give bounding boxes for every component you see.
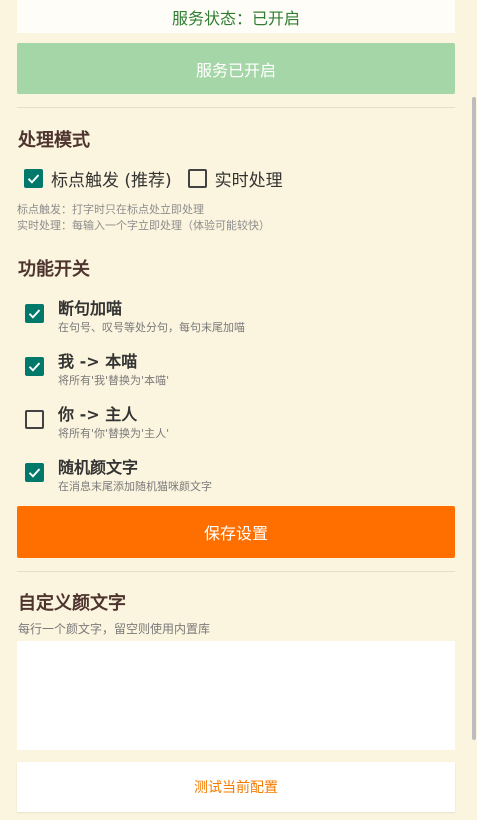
feature-replace-you-checkbox[interactable]: [25, 410, 44, 429]
test-config-label: 测试当前配置: [194, 780, 278, 796]
features-title: 功能开关: [18, 259, 90, 280]
feature-replace-me-desc: 将所有'我'替换为'本喵': [58, 374, 170, 387]
service-toggle-button[interactable]: 服务已开启: [17, 43, 455, 94]
scrollbar[interactable]: [472, 97, 476, 740]
save-settings-button[interactable]: 保存设置: [17, 506, 455, 558]
mode-description-realtime: 实时处理：每输入一个字立即处理（体验可能较快）: [17, 219, 270, 232]
custom-kaomoji-title: 自定义颜文字: [18, 593, 126, 614]
feature-replace-me-checkbox[interactable]: [25, 357, 44, 376]
service-status-text: 服务状态：已开启: [171, 8, 300, 28]
processing-mode-options: 标点触发 (推荐) 实时处理: [24, 166, 299, 191]
mode-realtime-checkbox[interactable]: [187, 169, 207, 188]
feature-sentence-meow-checkbox[interactable]: [25, 304, 44, 323]
feature-replace-me[interactable]: 我 -> 本喵 将所有'我'替换为'本喵': [24, 348, 444, 392]
feature-random-kaomoji-label: 随机颜文字: [58, 458, 139, 477]
divider: [17, 571, 455, 572]
service-toggle-label: 服务已开启: [195, 60, 276, 80]
feature-random-kaomoji-desc: 在消息末尾添加随机猫咪颜文字: [58, 480, 212, 493]
custom-kaomoji-hint: 每行一个颜文字，留空则使用内置库: [18, 622, 211, 636]
feature-sentence-meow[interactable]: 断句加喵 在句号、叹号等处分句，每句末尾加喵: [24, 295, 444, 339]
feature-random-kaomoji[interactable]: 随机颜文字 在消息末尾添加随机猫咪颜文字: [24, 454, 444, 498]
feature-replace-you[interactable]: 你 -> 主人 将所有'你'替换为'主人': [24, 401, 444, 445]
mode-punctuation-checkbox[interactable]: [24, 169, 43, 188]
save-settings-label: 保存设置: [203, 524, 268, 543]
mode-punctuation-label[interactable]: 标点触发 (推荐): [51, 166, 172, 191]
check-icon: [28, 468, 41, 478]
mode-realtime-label[interactable]: 实时处理: [215, 166, 283, 191]
mode-description-punctuation: 标点触发：打字时只在标点处立即处理: [17, 203, 204, 216]
test-config-button[interactable]: 测试当前配置: [17, 762, 455, 812]
feature-replace-me-label: 我 -> 本喵: [58, 352, 138, 371]
divider: [17, 107, 455, 108]
feature-random-kaomoji-checkbox[interactable]: [25, 463, 44, 482]
check-icon: [27, 174, 40, 184]
check-icon: [28, 309, 41, 319]
service-status-card: 服务状态：已开启: [17, 0, 455, 33]
feature-sentence-meow-label: 断句加喵: [58, 299, 123, 318]
feature-replace-you-desc: 将所有'你'替换为'主人': [58, 427, 170, 440]
check-icon: [28, 362, 41, 372]
feature-sentence-meow-desc: 在句号、叹号等处分句，每句末尾加喵: [58, 321, 245, 334]
feature-replace-you-label: 你 -> 主人: [58, 405, 138, 424]
custom-kaomoji-input[interactable]: [17, 641, 455, 750]
processing-mode-title: 处理模式: [18, 130, 90, 151]
